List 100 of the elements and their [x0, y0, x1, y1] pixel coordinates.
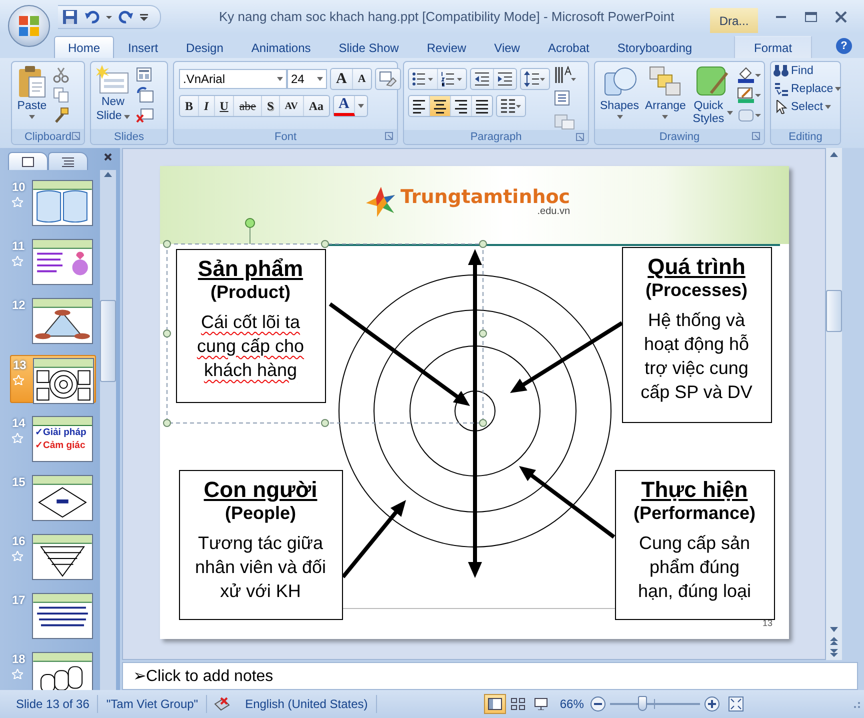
slide-thumbnail-drawing: [33, 535, 92, 579]
editing-button[interactable]: Find: [773, 64, 840, 78]
previous-slide-icon[interactable]: [829, 636, 839, 646]
slide-number: 16: [12, 534, 26, 548]
slide-thumbnail-drawing: [33, 476, 92, 520]
slide-thumbnail-drawing: [34, 359, 93, 403]
box-body: Tương tác giữa nhân viên và đối xử với KH: [194, 532, 328, 603]
box-title: Thực hiện: [641, 477, 748, 503]
zoom-in-icon[interactable]: [704, 696, 720, 712]
group-label: Slides: [114, 130, 144, 142]
format-button[interactable]: AV: [280, 96, 304, 116]
caret-icon: [727, 110, 733, 116]
view-button[interactable]: [484, 694, 506, 714]
text-box[interactable]: Quá trình (Processes) Hệ thống và hoạt động hỗ trợ việc cung cấp SP và DV: [622, 247, 772, 423]
help-button[interactable]: ?: [836, 38, 852, 54]
ribbon-tab[interactable]: Design: [172, 36, 238, 58]
lines-icon: [475, 98, 489, 114]
align-center-icon[interactable]: [430, 96, 451, 116]
font-size-field[interactable]: 24: [287, 69, 327, 89]
caret-icon: [824, 104, 831, 110]
editing-button[interactable]: Replace: [773, 82, 840, 96]
caret-icon: [616, 114, 622, 120]
fit-to-window-icon[interactable]: [728, 696, 744, 712]
text-box[interactable]: Sản phẩm (Product) Cái cốt lõi ta cung cấp cho khách hàng: [176, 249, 326, 403]
slide-number: 17: [12, 593, 26, 607]
undo-icon[interactable]: [84, 8, 100, 24]
scroll-thumb[interactable]: [100, 300, 116, 382]
delete-slide-icon[interactable]: [136, 107, 154, 123]
caret-icon: [124, 114, 130, 120]
format-button[interactable]: Aa: [304, 96, 329, 116]
box-subtitle: (People): [224, 503, 296, 524]
slide-number: 14: [12, 416, 26, 430]
thumbnail-text: ✓Cảm giác: [35, 439, 86, 452]
format-painter-icon[interactable]: [53, 107, 69, 123]
scroll-up-icon[interactable]: [829, 150, 839, 160]
scrollbar[interactable]: [826, 148, 842, 660]
logo-text: Trungtamtinhoc: [400, 186, 570, 208]
fill-color-icon[interactable]: [737, 67, 761, 83]
slide-sorter-icon: [510, 698, 525, 710]
drawing-button[interactable]: Arrange: [643, 65, 688, 120]
caret-icon: [662, 114, 668, 120]
ribbon-tab[interactable]: Insert: [114, 36, 172, 58]
drawing-button[interactable]: Shapes: [598, 65, 642, 120]
save-icon[interactable]: [62, 8, 78, 24]
ribbon-tab[interactable]: Animations: [237, 36, 325, 58]
slide-icon: [22, 156, 34, 166]
redo-icon[interactable]: [118, 8, 134, 24]
format-button[interactable]: U: [214, 96, 234, 116]
ribbon-tab[interactable]: Slide Show: [324, 36, 413, 58]
reset-icon[interactable]: [136, 87, 154, 103]
ribbon-tab[interactable]: Storyboarding: [603, 36, 706, 58]
slides-tab[interactable]: [8, 152, 48, 170]
scrollbar[interactable]: [100, 170, 116, 690]
format-button[interactable]: I: [199, 96, 215, 116]
ribbon-tab[interactable]: Acrobat: [534, 36, 604, 58]
replace-icon: [773, 82, 789, 96]
scroll-thumb[interactable]: [826, 290, 842, 332]
eraser-icon: [378, 71, 397, 87]
format-button[interactable]: S: [262, 96, 280, 116]
font-color-button[interactable]: A: [334, 96, 356, 116]
cut-icon[interactable]: [53, 67, 69, 83]
shrink-font-button[interactable]: A: [352, 69, 371, 89]
notes-placeholder[interactable]: ➢Click to add notes: [133, 666, 274, 686]
layout-icon[interactable]: [136, 67, 154, 83]
ribbon-tab[interactable]: Home: [54, 36, 114, 58]
ribbon-tab[interactable]: View: [480, 36, 534, 58]
selection-frame[interactable]: [162, 218, 486, 427]
contextual-tab-label: Dra...: [710, 8, 758, 33]
ribbon-tab[interactable]: Review: [412, 36, 480, 58]
caret-icon: [317, 76, 323, 82]
close-panel-button[interactable]: [104, 153, 112, 161]
spelling-check-icon[interactable]: [213, 696, 232, 712]
font-name-field[interactable]: .VnArial: [179, 69, 287, 89]
new-slide-button[interactable]: New Slide: [94, 65, 132, 123]
paste-button[interactable]: Paste: [15, 65, 49, 120]
zoom-slider-thumb[interactable]: [638, 696, 648, 711]
outline-tab[interactable]: [48, 152, 88, 170]
next-slide-icon[interactable]: [829, 648, 839, 658]
outline-color-icon[interactable]: [737, 87, 761, 103]
group-label: Paragraph: [470, 131, 522, 143]
editing-button[interactable]: Select: [773, 100, 840, 114]
text-direction-icon[interactable]: [554, 66, 576, 84]
clipboard-icon: [17, 65, 47, 99]
slide-number: 13: [13, 358, 28, 372]
text-box[interactable]: Con người (People) Tương tác giữa nhân viên và đối xử với KH: [178, 470, 342, 620]
text-box[interactable]: Thực hiện (Performance) Cung cấp sản phẩm đúng hạn, đúng loại: [614, 470, 774, 620]
group-label: Clipboard: [24, 130, 72, 142]
zoom-out-icon[interactable]: [590, 696, 606, 712]
scroll-down-icon[interactable]: [829, 624, 839, 634]
copy-icon[interactable]: [53, 87, 69, 103]
language-label[interactable]: English (United States): [237, 695, 377, 713]
group-label: Drawing: [659, 130, 700, 142]
grow-font-button[interactable]: A: [331, 69, 353, 89]
drawing-button[interactable]: Quick Styles: [690, 65, 735, 126]
zoom-level[interactable]: 66%: [560, 697, 584, 711]
columns-icon: [500, 98, 522, 114]
format-button[interactable]: abe: [234, 96, 262, 116]
box-title: Sản phẩm: [198, 256, 304, 282]
format-button[interactable]: B: [180, 96, 200, 116]
ribbon-tab[interactable]: Format: [734, 36, 812, 58]
